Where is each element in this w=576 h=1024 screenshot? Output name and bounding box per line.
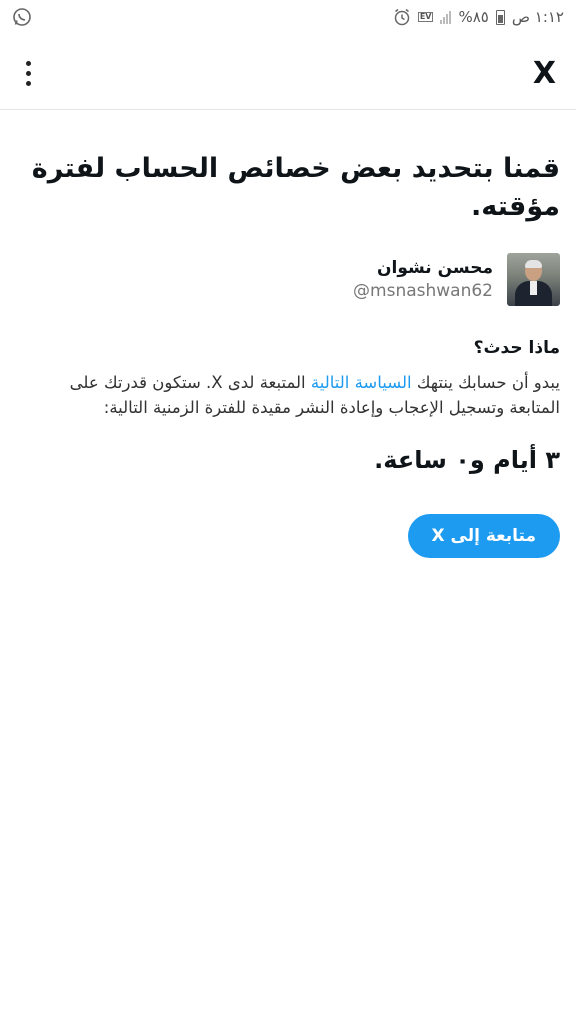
avatar [507, 253, 560, 306]
battery-percent: ٨٥% [458, 8, 489, 26]
status-time: ١:١٢ ص [511, 8, 564, 26]
more-vertical-icon[interactable] [22, 57, 35, 90]
user-name: محسن نشوان [377, 258, 493, 278]
x-logo: X [532, 55, 556, 91]
user-handle: @msnashwan62 [353, 281, 493, 301]
policy-link[interactable]: السياسة التالية [311, 373, 412, 392]
signal-icon [440, 10, 452, 24]
network-badge: EV [417, 12, 434, 22]
alarm-icon [393, 8, 411, 26]
restriction-duration: ٣ أيام و٠ ساعة. [374, 446, 560, 474]
app-bar: X [0, 38, 576, 110]
battery-icon [495, 9, 505, 25]
whatsapp-icon [12, 7, 32, 27]
status-bar: EV ٨٥% ١:١٢ ص [0, 0, 576, 34]
page-title: قمنا بتحديد بعض خصائص الحساب لفترة مؤقته… [31, 153, 560, 222]
notice-content: قمنا بتحديد بعض خصائص الحساب لفترة مؤقته… [16, 112, 560, 558]
section-title: ماذا حدث؟ [473, 338, 560, 358]
explanation-text: يبدو أن حسابك ينتهك السياسة التالية المت… [16, 370, 560, 420]
account-row: محسن نشوان @msnashwan62 [16, 253, 560, 306]
explanation-prefix: يبدو أن حسابك ينتهك [411, 373, 560, 392]
continue-button[interactable]: متابعة إلى X [407, 514, 560, 558]
